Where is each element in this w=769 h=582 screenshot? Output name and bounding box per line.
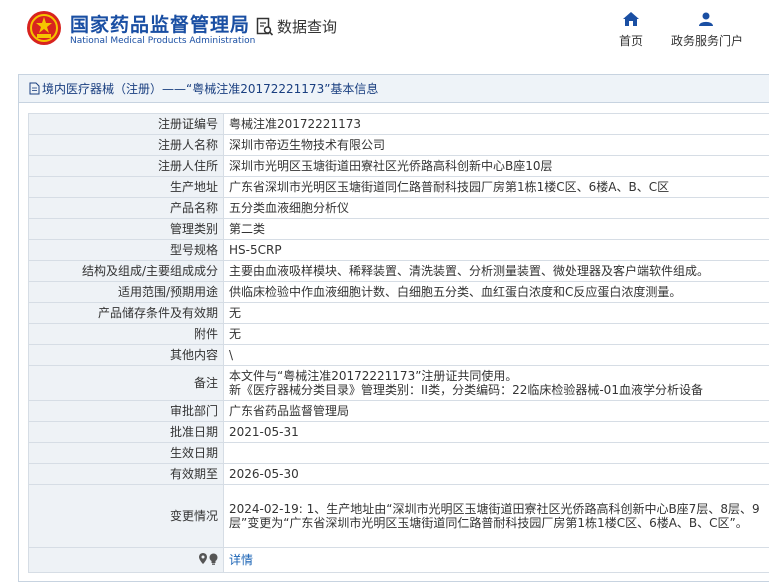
lightbulb-icon xyxy=(209,553,218,565)
field-label: 备注 xyxy=(28,365,224,401)
field-label: 注册人住所 xyxy=(28,155,224,177)
field-value: \ xyxy=(223,344,769,366)
site-header: 国家药品监督管理局 National Medical Products Admi… xyxy=(0,0,769,64)
nav-service-portal-label: 政务服务门户 xyxy=(671,34,744,48)
field-value: 无 xyxy=(223,323,769,345)
field-value: 深圳市光明区玉塘街道田寮社区光侨路高科创新中心B座10层 xyxy=(223,155,769,177)
field-label: 生产地址 xyxy=(28,176,224,198)
tip-label-cell xyxy=(28,547,224,573)
field-value: HS-5CRP xyxy=(223,239,769,261)
table-row: 管理类别 第二类 xyxy=(28,218,769,240)
table-row: 生效日期 xyxy=(28,442,769,464)
user-icon xyxy=(699,12,713,26)
field-label: 产品储存条件及有效期 xyxy=(28,302,224,324)
detail-cell: 详情 xyxy=(223,547,769,573)
table-row: 其他内容 \ xyxy=(28,344,769,366)
panel-title-bar: 境内医疗器械（注册）——“粤械注准20172221173”基本信息 xyxy=(19,75,769,103)
table-row: 审批部门 广东省药品监督管理局 xyxy=(28,400,769,422)
site-subtitle: National Medical Products Administration xyxy=(70,36,256,46)
field-label: 管理类别 xyxy=(28,218,224,240)
panel-title: 境内医疗器械（注册）——“粤械注准20172221173”基本信息 xyxy=(42,82,379,96)
detail-link[interactable]: 详情 xyxy=(229,553,253,567)
field-label: 其他内容 xyxy=(28,344,224,366)
national-emblem-icon xyxy=(27,11,61,45)
field-value xyxy=(223,442,769,464)
nav-home-label: 首页 xyxy=(618,34,643,48)
field-label: 注册人名称 xyxy=(28,134,224,156)
table-row: 注册人名称 深圳市帝迈生物技术有限公司 xyxy=(28,134,769,156)
field-label: 结构及组成/主要组成成分 xyxy=(28,260,224,282)
table-row: 有效期至 2026-05-30 xyxy=(28,463,769,485)
table-row: 结构及组成/主要组成成分 主要由血液吸样模块、稀释装置、清洗装置、分析测量装置、… xyxy=(28,260,769,282)
field-label: 批准日期 xyxy=(28,421,224,443)
remark-line-1: 本文件与“粤械注准20172221173”注册证共同使用。 xyxy=(229,369,518,383)
field-label: 生效日期 xyxy=(28,442,224,464)
field-value: 五分类血液细胞分析仪 xyxy=(223,197,769,219)
home-icon xyxy=(623,12,639,26)
field-value: 广东省药品监督管理局 xyxy=(223,400,769,422)
remark-line-2: 新《医疗器械分类目录》管理类别：II类，分类编码：22临床检验器械-01血液学分… xyxy=(229,383,703,397)
registration-info-table: 注册证编号 粤械注准20172221173 注册人名称 深圳市帝迈生物技术有限公… xyxy=(28,113,769,573)
document-icon xyxy=(29,82,40,95)
field-value: 供临床检验中作血液细胞计数、白细胞五分类、血红蛋白浓度和C反应蛋白浓度测量。 xyxy=(223,281,769,303)
field-label: 有效期至 xyxy=(28,463,224,485)
field-value: 2021-05-31 xyxy=(223,421,769,443)
field-label: 适用范围/预期用途 xyxy=(28,281,224,303)
document-search-icon xyxy=(256,17,274,36)
data-query-link[interactable]: 数据查询 xyxy=(256,16,337,37)
field-value: 主要由血液吸样模块、稀释装置、清洗装置、分析测量装置、微处理器及客户端软件组成。 xyxy=(223,260,769,282)
table-row: 详情 xyxy=(28,547,769,573)
table-row: 变更情况 2024-02-19: 1、生产地址由“深圳市光明区玉塘街道田寮社区光… xyxy=(28,484,769,548)
table-row: 备注 本文件与“粤械注准20172221173”注册证共同使用。 新《医疗器械分… xyxy=(28,365,769,401)
data-query-label: 数据查询 xyxy=(277,18,338,36)
detail-panel: 境内医疗器械（注册）——“粤械注准20172221173”基本信息 注册证编号 … xyxy=(18,74,769,582)
field-value: 广东省深圳市光明区玉塘街道同仁路普耐科技园厂房第1栋1楼C区、6楼A、B、C区 xyxy=(223,176,769,198)
table-row: 附件 无 xyxy=(28,323,769,345)
table-row: 生产地址 广东省深圳市光明区玉塘街道同仁路普耐科技园厂房第1栋1楼C区、6楼A、… xyxy=(28,176,769,198)
field-value: 本文件与“粤械注准20172221173”注册证共同使用。 新《医疗器械分类目录… xyxy=(223,365,769,401)
field-value: 深圳市帝迈生物技术有限公司 xyxy=(223,134,769,156)
table-row: 产品储存条件及有效期 无 xyxy=(28,302,769,324)
field-value: 2024-02-19: 1、生产地址由“深圳市光明区玉塘街道田寮社区光侨路高科创… xyxy=(223,484,769,548)
field-value: 2026-05-30 xyxy=(223,463,769,485)
table-row: 适用范围/预期用途 供临床检验中作血液细胞计数、白细胞五分类、血红蛋白浓度和C反… xyxy=(28,281,769,303)
field-label: 产品名称 xyxy=(28,197,224,219)
table-row: 注册人住所 深圳市光明区玉塘街道田寮社区光侨路高科创新中心B座10层 xyxy=(28,155,769,177)
field-label: 注册证编号 xyxy=(28,113,224,135)
site-title: 国家药品监督管理局 xyxy=(70,14,251,36)
nav-home[interactable]: 首页 xyxy=(596,12,666,49)
location-pin-icon xyxy=(199,553,207,565)
field-label: 变更情况 xyxy=(28,484,224,548)
table-row: 批准日期 2021-05-31 xyxy=(28,421,769,443)
table-row: 产品名称 五分类血液细胞分析仪 xyxy=(28,197,769,219)
field-label: 附件 xyxy=(28,323,224,345)
field-value: 无 xyxy=(223,302,769,324)
table-row: 型号规格 HS-5CRP xyxy=(28,239,769,261)
nav-service-portal[interactable]: 政务服务门户 xyxy=(671,12,744,49)
field-label: 型号规格 xyxy=(28,239,224,261)
table-row: 注册证编号 粤械注准20172221173 xyxy=(28,113,769,135)
field-value: 第二类 xyxy=(223,218,769,240)
field-value: 粤械注准20172221173 xyxy=(223,113,769,135)
field-label: 审批部门 xyxy=(28,400,224,422)
